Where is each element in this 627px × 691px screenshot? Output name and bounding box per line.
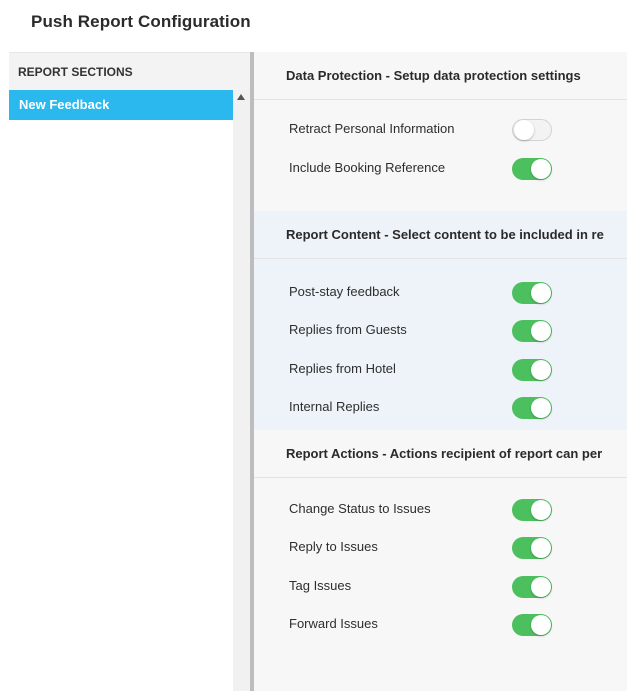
toggle-internal-replies[interactable] [512, 397, 552, 419]
toggle-forward-issues[interactable] [512, 614, 552, 636]
toggle-change-status-to-issues[interactable] [512, 499, 552, 521]
setting-row: Tag Issues [254, 567, 627, 605]
setting-label: Post-stay feedback [289, 284, 400, 299]
section-body-report-actions: Change Status to Issues Reply to Issues … [254, 478, 627, 691]
page-title: Push Report Configuration [31, 12, 251, 31]
setting-row: Retract Personal Information [254, 110, 627, 148]
sidebar-scrollbar[interactable] [233, 90, 250, 691]
toggle-knob [531, 500, 551, 520]
report-sections-sidebar: REPORT SECTIONS New Feedback [9, 52, 250, 691]
setting-row: Post-stay feedback [254, 273, 627, 311]
sidebar-header: REPORT SECTIONS [9, 52, 250, 90]
section-header-data-protection: Data Protection - Setup data protection … [254, 52, 627, 100]
toggle-knob [531, 615, 551, 635]
toggle-knob [531, 360, 551, 380]
setting-label: Replies from Hotel [289, 361, 396, 376]
setting-row: Reply to Issues [254, 528, 627, 566]
toggle-replies-from-hotel[interactable] [512, 359, 552, 381]
toggle-knob [531, 398, 551, 418]
setting-label: Retract Personal Information [289, 121, 455, 136]
main-panel: Data Protection - Setup data protection … [254, 52, 627, 691]
toggle-knob [514, 120, 534, 140]
toggle-knob [531, 321, 551, 341]
setting-row: Replies from Hotel [254, 350, 627, 388]
setting-row: Replies from Guests [254, 311, 627, 349]
section-body-data-protection: Retract Personal Information Include Boo… [254, 100, 627, 211]
toggle-replies-from-guests[interactable] [512, 320, 552, 342]
toggle-knob [531, 283, 551, 303]
setting-label: Internal Replies [289, 399, 380, 414]
sidebar-item-new-feedback[interactable]: New Feedback [9, 90, 233, 120]
setting-row: Internal Replies [254, 388, 627, 426]
setting-row: Forward Issues [254, 605, 627, 643]
setting-label: Change Status to Issues [289, 501, 431, 516]
setting-label: Include Booking Reference [289, 160, 446, 175]
toggle-include-booking-reference[interactable] [512, 158, 552, 180]
section-body-report-content: Post-stay feedback Replies from Guests R… [254, 259, 627, 430]
toggle-tag-issues[interactable] [512, 576, 552, 598]
toggle-knob [531, 577, 551, 597]
toggle-knob [531, 159, 551, 179]
setting-row: Include Booking Reference [254, 149, 627, 187]
toggle-reply-to-issues[interactable] [512, 537, 552, 559]
setting-label: Tag Issues [289, 578, 352, 593]
setting-label: Reply to Issues [289, 539, 378, 554]
section-header-report-actions: Report Actions - Actions recipient of re… [254, 430, 627, 478]
toggle-post-stay-feedback[interactable] [512, 282, 552, 304]
scroll-up-arrow-icon[interactable] [237, 94, 245, 100]
toggle-knob [531, 538, 551, 558]
setting-row: Change Status to Issues [254, 490, 627, 528]
sidebar-list: New Feedback [9, 90, 233, 691]
setting-label: Forward Issues [289, 616, 378, 631]
section-header-report-content: Report Content - Select content to be in… [254, 211, 627, 259]
setting-label: Replies from Guests [289, 322, 407, 337]
toggle-retract-personal-information[interactable] [512, 119, 552, 141]
